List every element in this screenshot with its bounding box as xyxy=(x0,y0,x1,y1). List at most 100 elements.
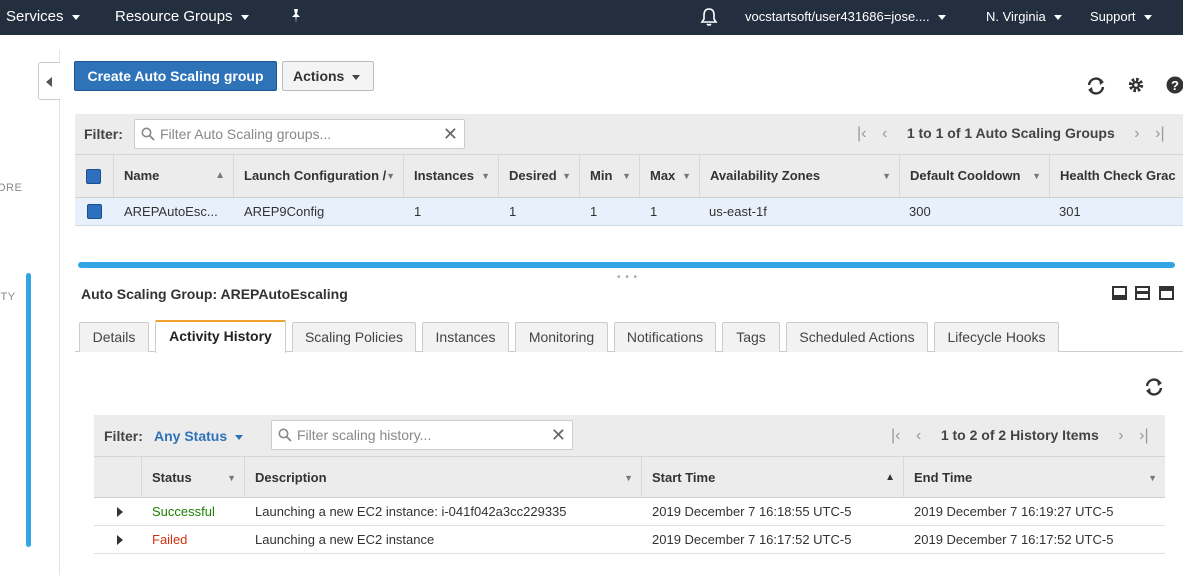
tab-activity-history[interactable]: Activity History xyxy=(155,320,286,353)
layout-top-icon[interactable] xyxy=(1159,286,1174,300)
column-label: Description xyxy=(255,470,327,485)
tab-monitoring[interactable]: Monitoring xyxy=(515,322,608,352)
tab-scheduled-actions[interactable]: Scheduled Actions xyxy=(786,322,928,352)
sidebar-scrollbar[interactable] xyxy=(26,273,31,547)
support-menu[interactable]: Support xyxy=(1090,0,1152,35)
table-row[interactable]: Failed Launching a new EC2 instance 2019… xyxy=(94,526,1165,554)
sort-icon: ▼ xyxy=(227,473,236,483)
services-menu[interactable]: Services xyxy=(6,0,80,35)
search-icon xyxy=(278,428,292,445)
column-header-name[interactable]: Name ▲ xyxy=(114,155,234,197)
last-page-icon[interactable]: ›| xyxy=(1155,125,1164,143)
refresh-icon[interactable] xyxy=(1085,76,1107,96)
status-filter-dropdown[interactable]: Any Status xyxy=(154,428,244,444)
account-menu[interactable]: vocstartsoft/user431686=jose.... xyxy=(745,0,946,35)
start-time: 2019 December 7 16:18:55 UTC-5 xyxy=(652,504,852,519)
tab-notifications[interactable]: Notifications xyxy=(614,322,716,352)
sort-icon: ▼ xyxy=(481,171,490,181)
layout-bottom-icon[interactable] xyxy=(1112,286,1127,300)
left-sidebar: ORE ITY xyxy=(0,50,60,575)
tab-details[interactable]: Details xyxy=(79,322,149,352)
table-row[interactable]: Successful Launching a new EC2 instance:… xyxy=(94,498,1165,526)
first-page-icon[interactable]: |‹ xyxy=(857,125,866,143)
resize-grip-icon[interactable]: • • • xyxy=(617,272,638,283)
column-header-max[interactable]: Max ▼ xyxy=(640,155,700,197)
gear-icon[interactable] xyxy=(1127,76,1149,96)
next-page-icon[interactable]: › xyxy=(1118,427,1123,445)
status-badge: Successful xyxy=(152,504,215,519)
column-header-health-check[interactable]: Health Check Grac xyxy=(1050,155,1183,197)
sort-icon: ▼ xyxy=(624,473,633,483)
min-count: 1 xyxy=(590,204,598,219)
column-header-default-cooldown[interactable]: Default Cooldown ▼ xyxy=(900,155,1050,197)
history-search-input[interactable]: Filter scaling history... ✕ xyxy=(271,420,573,450)
prev-page-icon[interactable]: ‹ xyxy=(882,125,887,143)
history-pager: |‹ ‹ 1 to 2 of 2 History Items › ›| xyxy=(891,427,1149,445)
services-label: Services xyxy=(6,8,64,25)
next-page-icon[interactable]: › xyxy=(1134,125,1139,143)
column-header-desired[interactable]: Desired ▼ xyxy=(499,155,580,197)
actions-button[interactable]: Actions xyxy=(282,61,374,91)
column-header-availability-zones[interactable]: Availability Zones ▼ xyxy=(700,155,900,197)
status-filter-value: Any Status xyxy=(154,428,228,444)
refresh-icon[interactable] xyxy=(1143,377,1165,397)
column-label: End Time xyxy=(914,470,973,485)
sidebar-partial-text: ORE xyxy=(0,182,23,194)
asg-search-input[interactable]: Filter Auto Scaling groups... ✕ xyxy=(134,119,465,149)
table-row[interactable]: AREPAutoEsc... AREP9Config 1 1 1 1 us-ea… xyxy=(75,198,1183,226)
first-page-icon[interactable]: |‹ xyxy=(891,427,900,445)
column-header-start-time[interactable]: Start Time ▲ xyxy=(642,457,904,497)
column-label: Instances xyxy=(414,168,474,183)
history-filter-bar: Filter: Any Status Filter scaling histor… xyxy=(94,415,1165,457)
asg-pager: |‹ ‹ 1 to 1 of 1 Auto Scaling Groups › ›… xyxy=(857,125,1165,143)
chevron-down-icon xyxy=(235,434,244,440)
prev-page-icon[interactable]: ‹ xyxy=(916,427,921,445)
last-page-icon[interactable]: ›| xyxy=(1139,427,1148,445)
sort-icon: ▲ xyxy=(215,170,225,181)
asg-name: AREPAutoEsc... xyxy=(124,204,218,219)
top-nav: Services Resource Groups vocstartsoft/us… xyxy=(0,0,1183,35)
bell-icon[interactable] xyxy=(700,7,718,27)
tab-instances[interactable]: Instances xyxy=(422,322,509,352)
resource-groups-menu[interactable]: Resource Groups xyxy=(115,0,249,35)
chevron-down-icon xyxy=(240,14,249,20)
filter-label: Filter: xyxy=(84,126,123,142)
column-header-status[interactable]: Status ▼ xyxy=(142,457,245,497)
create-auto-scaling-group-button[interactable]: Create Auto Scaling group xyxy=(74,61,277,91)
region-menu[interactable]: N. Virginia xyxy=(986,0,1062,35)
help-icon[interactable]: ? xyxy=(1166,76,1183,96)
column-header-expand xyxy=(94,457,142,497)
clear-icon[interactable]: ✕ xyxy=(551,425,566,445)
sidebar-partial-text: ITY xyxy=(0,291,16,303)
tab-scaling-policies[interactable]: Scaling Policies xyxy=(292,322,416,352)
layout-split-icon[interactable] xyxy=(1135,286,1150,300)
column-header-description[interactable]: Description ▼ xyxy=(245,457,642,497)
status-badge: Failed xyxy=(152,532,188,547)
clear-icon[interactable]: ✕ xyxy=(443,124,458,144)
panel-splitter[interactable] xyxy=(78,262,1175,268)
collapse-sidebar-button[interactable] xyxy=(38,62,60,100)
column-label: Default Cooldown xyxy=(910,168,1021,183)
tab-tags[interactable]: Tags xyxy=(722,322,780,352)
row-checkbox[interactable] xyxy=(87,204,102,219)
max-count: 1 xyxy=(650,204,658,219)
svg-text:?: ? xyxy=(1171,78,1179,93)
column-label: Health Check Grac xyxy=(1060,168,1176,183)
column-header-launch-config[interactable]: Launch Configuration / ▼ xyxy=(234,155,404,197)
column-header-min[interactable]: Min ▼ xyxy=(580,155,640,197)
sort-icon: ▼ xyxy=(622,171,631,181)
select-all-checkbox[interactable] xyxy=(86,169,101,184)
expand-icon[interactable] xyxy=(117,507,123,517)
chevron-down-icon xyxy=(1053,15,1062,21)
column-header-instances[interactable]: Instances ▼ xyxy=(404,155,499,197)
column-label: Launch Configuration / xyxy=(244,168,387,183)
availability-zones: us-east-1f xyxy=(709,204,767,219)
default-cooldown: 300 xyxy=(909,204,931,219)
tab-lifecycle-hooks[interactable]: Lifecycle Hooks xyxy=(934,322,1059,352)
expand-icon[interactable] xyxy=(117,535,123,545)
detail-tabs: Details Activity History Scaling Policie… xyxy=(75,320,1183,353)
column-header-end-time[interactable]: End Time ▼ xyxy=(904,457,1165,497)
search-icon xyxy=(141,127,155,144)
column-label: Desired xyxy=(509,168,557,183)
pin-icon[interactable] xyxy=(289,8,303,26)
